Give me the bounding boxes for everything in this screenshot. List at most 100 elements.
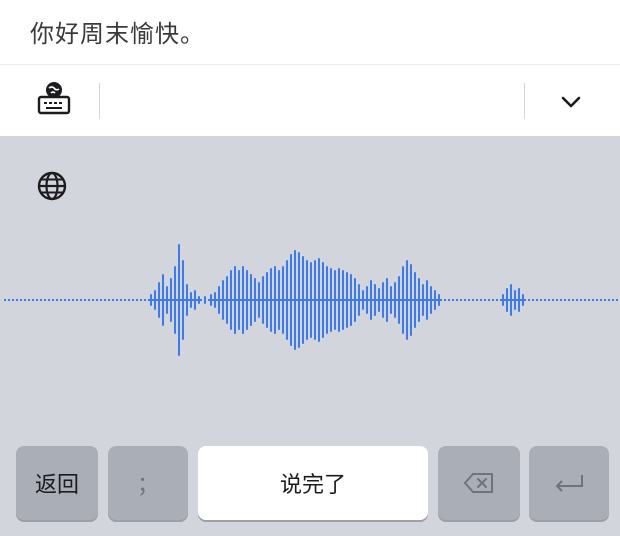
waveform-bar bbox=[434, 290, 436, 310]
waveform-dot bbox=[64, 299, 66, 301]
waveform-bar bbox=[190, 292, 192, 308]
voice-input-panel: 返回 ； 说完了 bbox=[0, 136, 620, 536]
back-key-label: 返回 bbox=[34, 473, 79, 498]
delete-key[interactable] bbox=[438, 446, 520, 520]
waveform-dot bbox=[180, 299, 182, 301]
waveform-dot bbox=[352, 299, 354, 301]
waveform-dot bbox=[168, 299, 170, 301]
waveform-dot bbox=[492, 299, 494, 301]
return-icon bbox=[556, 475, 583, 492]
waveform-dot bbox=[320, 299, 322, 301]
waveform-dot bbox=[112, 299, 114, 301]
waveform-bar bbox=[510, 284, 512, 316]
waveform-dot bbox=[216, 299, 218, 301]
waveform-dot bbox=[196, 299, 198, 301]
waveform-dot bbox=[376, 299, 378, 301]
waveform-bar bbox=[282, 266, 284, 334]
waveform-dot bbox=[612, 299, 614, 301]
waveform-dot bbox=[252, 299, 254, 301]
waveform-dot bbox=[476, 299, 478, 301]
chevron-down-icon[interactable] bbox=[556, 87, 586, 117]
enter-key[interactable] bbox=[529, 446, 609, 520]
waveform-dot bbox=[264, 299, 266, 301]
waveform-dot bbox=[600, 299, 602, 301]
waveform-dot bbox=[4, 299, 6, 301]
waveform-dot bbox=[220, 299, 222, 301]
waveform-dot bbox=[560, 299, 562, 301]
waveform-bar bbox=[398, 276, 400, 324]
waveform-dot bbox=[44, 299, 46, 301]
done-speaking-key[interactable]: 说完了 bbox=[198, 446, 428, 520]
waveform-dot bbox=[348, 299, 350, 301]
waveform-dot bbox=[420, 299, 422, 301]
waveform-dot bbox=[508, 299, 510, 301]
waveform-dot bbox=[332, 299, 334, 301]
waveform-dot bbox=[240, 299, 242, 301]
back-key[interactable]: 返回 bbox=[16, 446, 98, 520]
waveform-dot bbox=[552, 299, 554, 301]
waveform-bar bbox=[358, 284, 360, 316]
waveform-bar bbox=[362, 290, 364, 310]
waveform-dot bbox=[516, 299, 518, 301]
waveform-bar bbox=[522, 294, 524, 306]
waveform-dot bbox=[564, 299, 566, 301]
waveform-dot bbox=[556, 299, 558, 301]
globe-icon[interactable] bbox=[36, 170, 68, 202]
waveform-bar bbox=[242, 266, 244, 334]
waveform-bar bbox=[354, 278, 356, 322]
waveform-bar bbox=[426, 280, 428, 320]
waveform-dot bbox=[88, 299, 90, 301]
waveform-dot bbox=[116, 299, 118, 301]
waveform-bar bbox=[158, 282, 160, 318]
waveform-bar bbox=[246, 270, 248, 330]
waveform-dot bbox=[188, 299, 190, 301]
waveform-bar bbox=[330, 268, 332, 332]
waveform-dot bbox=[28, 299, 30, 301]
punctuation-key-label: ； bbox=[136, 473, 159, 498]
punctuation-key[interactable]: ； bbox=[108, 446, 188, 520]
waveform-bar bbox=[386, 278, 388, 322]
waveform-dot bbox=[344, 299, 346, 301]
waveform-dot bbox=[84, 299, 86, 301]
waveform-dot bbox=[80, 299, 82, 301]
waveform-bar bbox=[198, 296, 200, 304]
waveform-dot bbox=[480, 299, 482, 301]
waveform-dot bbox=[524, 299, 526, 301]
waveform-dot bbox=[8, 299, 10, 301]
waveform-dot bbox=[308, 299, 310, 301]
waveform-dot bbox=[128, 299, 130, 301]
waveform-dot bbox=[336, 299, 338, 301]
waveform-bar bbox=[342, 270, 344, 330]
waveform-bar bbox=[262, 276, 264, 324]
waveform-dot bbox=[424, 299, 426, 301]
waveform-dot bbox=[388, 299, 390, 301]
waveform-dot bbox=[200, 299, 202, 301]
waveform-bar bbox=[210, 294, 212, 306]
waveform-dot bbox=[20, 299, 22, 301]
waveform-dot bbox=[584, 299, 586, 301]
waveform-bar bbox=[162, 274, 164, 326]
text-input-area[interactable]: 你好周末愉快。 bbox=[0, 0, 620, 64]
waveform-dot bbox=[152, 299, 154, 301]
waveform-dot bbox=[136, 299, 138, 301]
waveform-dot bbox=[580, 299, 582, 301]
waveform-dot bbox=[108, 299, 110, 301]
waveform-dot bbox=[236, 299, 238, 301]
waveform-dot bbox=[596, 299, 598, 301]
waveform-bar bbox=[182, 260, 184, 340]
waveform-bar bbox=[274, 266, 276, 334]
keyboard-globe-icon[interactable] bbox=[34, 79, 74, 119]
waveform-bar bbox=[294, 250, 296, 350]
toolbar-divider-right bbox=[524, 83, 525, 119]
waveform-dot bbox=[60, 299, 62, 301]
waveform-bar bbox=[310, 262, 312, 338]
waveform-bar bbox=[270, 268, 272, 332]
waveform-bar bbox=[518, 288, 520, 312]
waveform-bar bbox=[326, 266, 328, 334]
waveform-dot bbox=[432, 299, 434, 301]
waveform-dot bbox=[76, 299, 78, 301]
waveform-dot bbox=[532, 299, 534, 301]
waveform-dot bbox=[568, 299, 570, 301]
waveform-dot bbox=[272, 299, 274, 301]
waveform-dot bbox=[404, 299, 406, 301]
